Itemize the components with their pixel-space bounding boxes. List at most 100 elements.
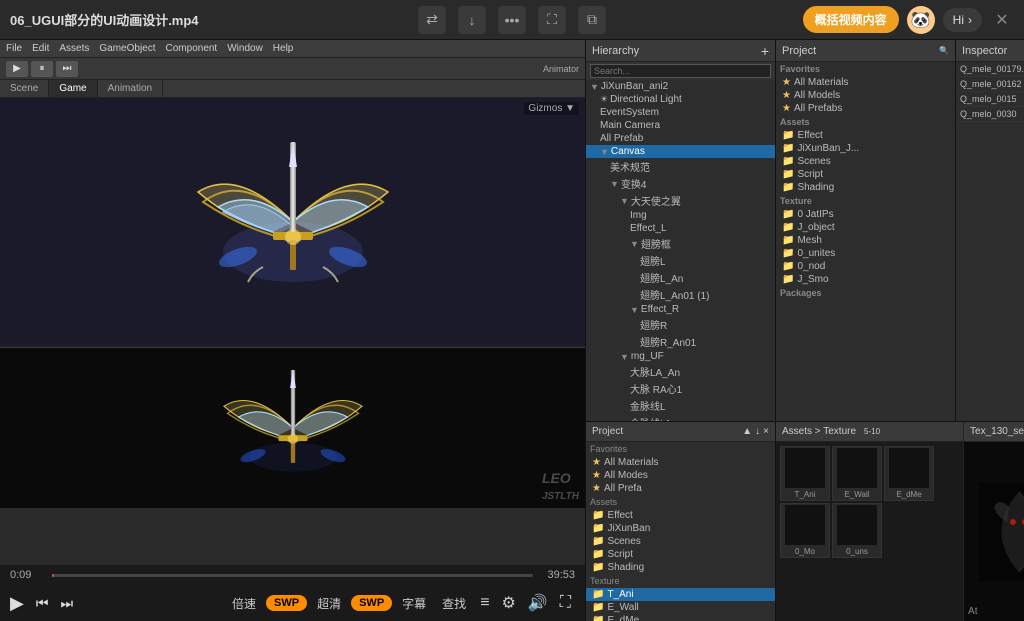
tree-transform4[interactable]: ▼ 变换4 <box>586 175 775 192</box>
next-button[interactable]: ⏭ <box>60 595 73 612</box>
menu-file[interactable]: File <box>6 43 22 54</box>
proj-smoke[interactable]: 📁J_Smo <box>776 273 955 286</box>
tree-effect-l[interactable]: Effect_L <box>586 222 775 235</box>
prev-button[interactable]: ⏮ <box>36 595 49 612</box>
tab-animation[interactable]: Animation <box>98 80 163 97</box>
close-button[interactable]: ✕ <box>990 8 1014 32</box>
tree-wing-r-an01[interactable]: 翅膀R_An01 <box>586 333 775 350</box>
bottom-texture-selected[interactable]: 📁T_Ani <box>586 588 775 601</box>
tree-vein-ra[interactable]: 大脉 RA心1 <box>586 380 775 397</box>
insp-item-2[interactable]: Q_mele_00162 <box>956 77 1024 92</box>
bottom-ewall[interactable]: 📁E_Wall <box>586 601 775 614</box>
clarity-button[interactable]: 超清 <box>311 593 347 614</box>
tree-directional-light[interactable]: ☀ Directional Light <box>586 93 775 106</box>
bottom-proj-close[interactable]: × <box>763 426 769 437</box>
hi-button[interactable]: Hi › <box>943 8 982 32</box>
tree-gold-l1[interactable]: 金脉线L1 <box>586 414 775 421</box>
bottom-all-modes[interactable]: ★All Modes <box>586 469 775 482</box>
bottom-jixunban[interactable]: 📁JiXunBan <box>586 522 775 535</box>
proj-object[interactable]: 📁J_object <box>776 221 955 234</box>
bottom-scenes[interactable]: 📁Scenes <box>586 535 775 548</box>
tree-main-camera[interactable]: Main Camera <box>586 119 775 132</box>
bottom-fav-header: Favorites <box>586 442 775 456</box>
speed-button[interactable]: 倍速 <box>226 593 262 614</box>
tree-jixunban[interactable]: ▼ JiXunBan_ani2 <box>586 80 775 93</box>
share-button[interactable]: ⇄ <box>418 6 446 34</box>
subtitle-button[interactable]: 字幕 <box>396 593 432 614</box>
volume-button[interactable]: 🔊 <box>524 591 552 615</box>
settings-button[interactable]: ⚙ <box>498 591 520 615</box>
asset-tani[interactable]: T_Ani <box>780 446 830 501</box>
toolbar-btn-1[interactable]: ▶ <box>6 61 28 77</box>
bottom-edme[interactable]: 📁E_dMe <box>586 614 775 621</box>
menu-assets[interactable]: Assets <box>59 43 89 54</box>
tree-wing-l[interactable]: 翅膀L <box>586 252 775 269</box>
tab-scene[interactable]: Scene <box>0 80 49 97</box>
bottom-shading[interactable]: 📁Shading <box>586 561 775 574</box>
bottom-effect[interactable]: 📁Effect <box>586 509 775 522</box>
download-button[interactable]: ↓ <box>458 6 486 34</box>
pip-button[interactable]: ⧉ <box>578 6 606 34</box>
fullscreen-button[interactable]: ⛶ <box>556 592 575 614</box>
asset-ewall[interactable]: E_Wall <box>832 446 882 501</box>
tree-gold-l[interactable]: 金脉线L <box>586 397 775 414</box>
tree-img[interactable]: Img <box>586 209 775 222</box>
tree-effect-r[interactable]: ▼ Effect_R <box>586 303 775 316</box>
asset-uns[interactable]: 0_uns <box>832 503 882 558</box>
hierarchy-add-btn[interactable]: + <box>761 43 769 59</box>
clarity-swp-badge[interactable]: SWP <box>266 595 307 611</box>
tree-angel-wing[interactable]: ▼ 大天使之翼 <box>586 192 775 209</box>
proj-all-models[interactable]: ★All Models <box>776 89 955 102</box>
bottom-proj-down[interactable]: ↓ <box>755 426 760 437</box>
proj-unites[interactable]: 📁0_unites <box>776 247 955 260</box>
tree-canvas[interactable]: ▼ Canvas <box>586 145 775 158</box>
proj-shading[interactable]: 📁Shading <box>776 181 955 194</box>
menu-edit[interactable]: Edit <box>32 43 49 54</box>
gizmos-label-top[interactable]: Gizmos ▼ <box>524 102 579 115</box>
menu-component[interactable]: Component <box>166 43 218 54</box>
tree-mg-uf[interactable]: ▼ mg_UF <box>586 350 775 363</box>
insp-item-3[interactable]: Q_melo_0015 <box>956 92 1024 107</box>
insp-item-1[interactable]: Q_mele_00179... <box>956 62 1024 77</box>
asset-edme[interactable]: E_dMe <box>884 446 934 501</box>
play-button[interactable]: ▶ <box>10 593 24 614</box>
proj-jixunban[interactable]: 📁JiXunBan_J... <box>776 142 955 155</box>
tree-wing-l-an01[interactable]: 翅膀L_An01 (1) <box>586 286 775 303</box>
bottom-all-materials[interactable]: ★All Materials <box>586 456 775 469</box>
proj-mesh[interactable]: 📁Mesh <box>776 234 955 247</box>
proj-jatips[interactable]: 📁0 JatIPs <box>776 208 955 221</box>
search-button[interactable]: 查找 <box>436 593 472 614</box>
screen-button[interactable]: ⛶ <box>538 6 566 34</box>
tree-wing-l-an[interactable]: 翅膀L_An <box>586 269 775 286</box>
bottom-proj-up[interactable]: ▲ <box>742 426 752 437</box>
proj-script[interactable]: 📁Script <box>776 168 955 181</box>
subtitle-swp-badge[interactable]: SWP <box>351 595 392 611</box>
toolbar-btn-3[interactable]: ⏭ <box>56 61 78 77</box>
project-search-btn[interactable]: 🔍 <box>939 46 949 55</box>
proj-effect[interactable]: 📁Effect <box>776 129 955 142</box>
proj-scenes[interactable]: 📁Scenes <box>776 155 955 168</box>
insp-item-4[interactable]: Q_melo_0030 <box>956 107 1024 122</box>
list-button[interactable]: ≡ <box>476 592 493 614</box>
tree-vein-la[interactable]: 大脉LA_An <box>586 363 775 380</box>
menu-gameobject[interactable]: GameObject <box>99 43 155 54</box>
summary-button[interactable]: 概括视频内容 <box>803 6 899 33</box>
tree-event-system[interactable]: EventSystem <box>586 106 775 119</box>
tree-wing-frame[interactable]: ▼ 翅膀框 <box>586 235 775 252</box>
tab-game[interactable]: Game <box>49 80 97 97</box>
tree-art-spec[interactable]: 美术规范 <box>586 158 775 175</box>
bottom-script[interactable]: 📁Script <box>586 548 775 561</box>
more-button[interactable]: ••• <box>498 6 526 34</box>
proj-all-prefabs[interactable]: ★All Prefabs <box>776 102 955 115</box>
progress-track[interactable] <box>52 574 533 577</box>
proj-nod[interactable]: 📁0_nod <box>776 260 955 273</box>
tree-all-prefab[interactable]: All Prefab <box>586 132 775 145</box>
menu-help[interactable]: Help <box>273 43 294 54</box>
proj-all-materials[interactable]: ★All Materials <box>776 76 955 89</box>
asset-mo[interactable]: 0_Mo <box>780 503 830 558</box>
toolbar-btn-2[interactable]: ⏸ <box>31 61 53 77</box>
bottom-all-prefa[interactable]: ★All Prefa <box>586 482 775 495</box>
hierarchy-search[interactable] <box>590 64 771 78</box>
menu-window[interactable]: Window <box>227 43 263 54</box>
tree-wing-r[interactable]: 翅膀R <box>586 316 775 333</box>
